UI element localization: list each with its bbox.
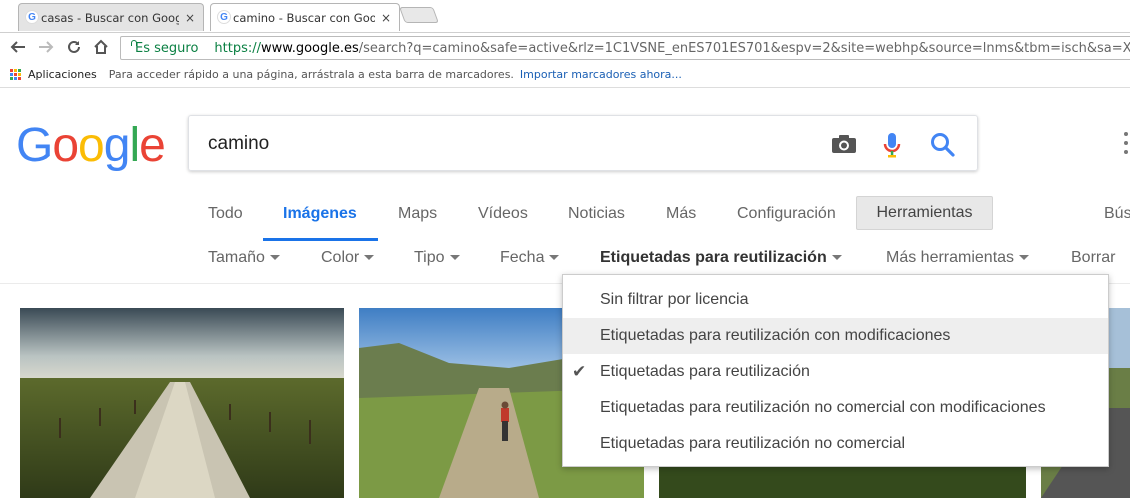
tab-noticias[interactable]: Noticias: [568, 205, 625, 223]
license-filter-label: Etiquetadas para reutilización: [600, 249, 827, 266]
color-filter[interactable]: Color: [321, 249, 375, 267]
date-filter-label: Fecha: [500, 249, 545, 266]
size-filter-label: Tamaño: [208, 249, 265, 266]
apps-grid-icon[interactable]: [10, 68, 22, 81]
chevron-down-icon: [1019, 255, 1030, 261]
size-filter[interactable]: Tamaño: [208, 249, 280, 267]
url-scheme: https://: [214, 40, 262, 56]
more-options-icon[interactable]: [1124, 132, 1130, 154]
menu-item-reuse[interactable]: ✔ Etiquetadas para reutilización: [563, 354, 1108, 390]
google-favicon-icon: G: [217, 10, 231, 24]
address-bar[interactable]: Es seguro https:// www.google.es /search…: [120, 36, 1130, 60]
tab-close-icon[interactable]: ×: [185, 11, 195, 25]
license-dropdown-menu: Sin filtrar por licencia Etiquetadas par…: [562, 274, 1109, 467]
chevron-down-icon: [831, 255, 842, 261]
search-box[interactable]: camino: [188, 115, 978, 171]
url-host: www.google.es: [261, 40, 359, 56]
menu-item-noncommercial-reuse-with-modification[interactable]: Etiquetadas para reutilización no comerc…: [563, 390, 1108, 426]
date-filter[interactable]: Fecha: [500, 249, 560, 267]
url-path: /search?q=camino&safe=active&rlz=1C1VSNE…: [358, 40, 1130, 56]
chevron-down-icon: [549, 255, 560, 261]
logo-letter: o: [78, 119, 105, 172]
forward-arrow-icon[interactable]: [36, 38, 56, 58]
more-tools-filter[interactable]: Más herramientas: [886, 249, 1030, 267]
tab-configuracion[interactable]: Configuración: [737, 205, 836, 223]
logo-letter: o: [52, 119, 79, 172]
tab-close-icon[interactable]: ×: [381, 11, 391, 25]
image-result[interactable]: [20, 308, 344, 498]
search-input[interactable]: camino: [208, 133, 269, 155]
google-results-page: Google camino Todo Imágenes Maps Vídeos …: [0, 88, 1130, 498]
google-favicon-icon: G: [25, 10, 39, 24]
tab-maps[interactable]: Maps: [398, 205, 437, 223]
tab-title: casas - Buscar con Google: [41, 10, 179, 25]
tab-busqueda-segura[interactable]: Bús: [1104, 205, 1130, 223]
menu-item-label: Etiquetadas para reutilización no comerc…: [600, 435, 906, 452]
logo-letter: g: [103, 119, 131, 172]
license-filter[interactable]: Etiquetadas para reutilización: [600, 249, 842, 267]
browser-tab-casas[interactable]: G casas - Buscar con Google ×: [18, 3, 204, 31]
vineyard-road-image: [20, 308, 344, 498]
menu-item-label: Etiquetadas para reutilización: [600, 363, 810, 380]
logo-letter: l: [129, 119, 140, 172]
chevron-down-icon: [269, 255, 280, 261]
tab-videos[interactable]: Vídeos: [478, 205, 528, 223]
tab-mas[interactable]: Más: [666, 205, 696, 223]
chevron-down-icon: [449, 255, 460, 261]
menu-item-label: Etiquetadas para reutilización no comerc…: [600, 399, 1046, 416]
tab-imagenes[interactable]: Imágenes: [283, 205, 357, 223]
search-tabs: Todo Imágenes Maps Vídeos Noticias Más C…: [0, 196, 1130, 242]
type-filter-label: Tipo: [414, 249, 445, 266]
new-tab-button[interactable]: [399, 7, 439, 23]
secure-label: Es seguro: [135, 40, 199, 56]
bookmarks-hint: Para acceder rápido a una página, arrást…: [108, 68, 514, 81]
browser-tab-camino[interactable]: G camino - Buscar con Google ×: [210, 3, 400, 31]
reload-icon[interactable]: [64, 38, 84, 58]
import-bookmarks-link[interactable]: Importar marcadores ahora...: [520, 68, 682, 81]
tab-title: camino - Buscar con Google: [233, 10, 375, 25]
tools-button[interactable]: Herramientas: [856, 196, 993, 230]
tab-todo[interactable]: Todo: [208, 205, 243, 223]
checkmark-icon: ✔: [572, 362, 587, 381]
browser-toolbar: Es seguro https:// www.google.es /search…: [0, 32, 1130, 62]
apps-bookmark[interactable]: Aplicaciones: [28, 68, 97, 81]
active-tab-underline: [263, 238, 378, 241]
menu-item-label: Sin filtrar por licencia: [600, 291, 749, 308]
chevron-down-icon: [364, 255, 375, 261]
camera-icon[interactable]: [831, 134, 857, 154]
color-filter-label: Color: [321, 249, 360, 266]
google-logo[interactable]: Google: [16, 118, 166, 173]
menu-item-no-license-filter[interactable]: Sin filtrar por licencia: [563, 282, 1108, 318]
tab-strip: G casas - Buscar con Google × G camino -…: [0, 0, 1130, 32]
back-arrow-icon[interactable]: [8, 38, 28, 58]
type-filter[interactable]: Tipo: [414, 249, 460, 267]
search-icon[interactable]: [929, 131, 957, 159]
microphone-icon[interactable]: [879, 131, 905, 159]
logo-letter: e: [139, 119, 166, 172]
more-tools-label: Más herramientas: [886, 249, 1015, 266]
home-icon[interactable]: [91, 38, 111, 58]
menu-item-reuse-with-modification[interactable]: Etiquetadas para reutilización con modif…: [563, 318, 1108, 354]
menu-item-noncommercial-reuse[interactable]: Etiquetadas para reutilización no comerc…: [563, 426, 1108, 462]
logo-letter: G: [16, 119, 53, 172]
bookmarks-bar: Aplicaciones Para acceder rápido a una p…: [0, 62, 1130, 88]
clear-filters-button[interactable]: Borrar: [1071, 249, 1115, 267]
menu-item-label: Etiquetadas para reutilización con modif…: [600, 327, 951, 344]
